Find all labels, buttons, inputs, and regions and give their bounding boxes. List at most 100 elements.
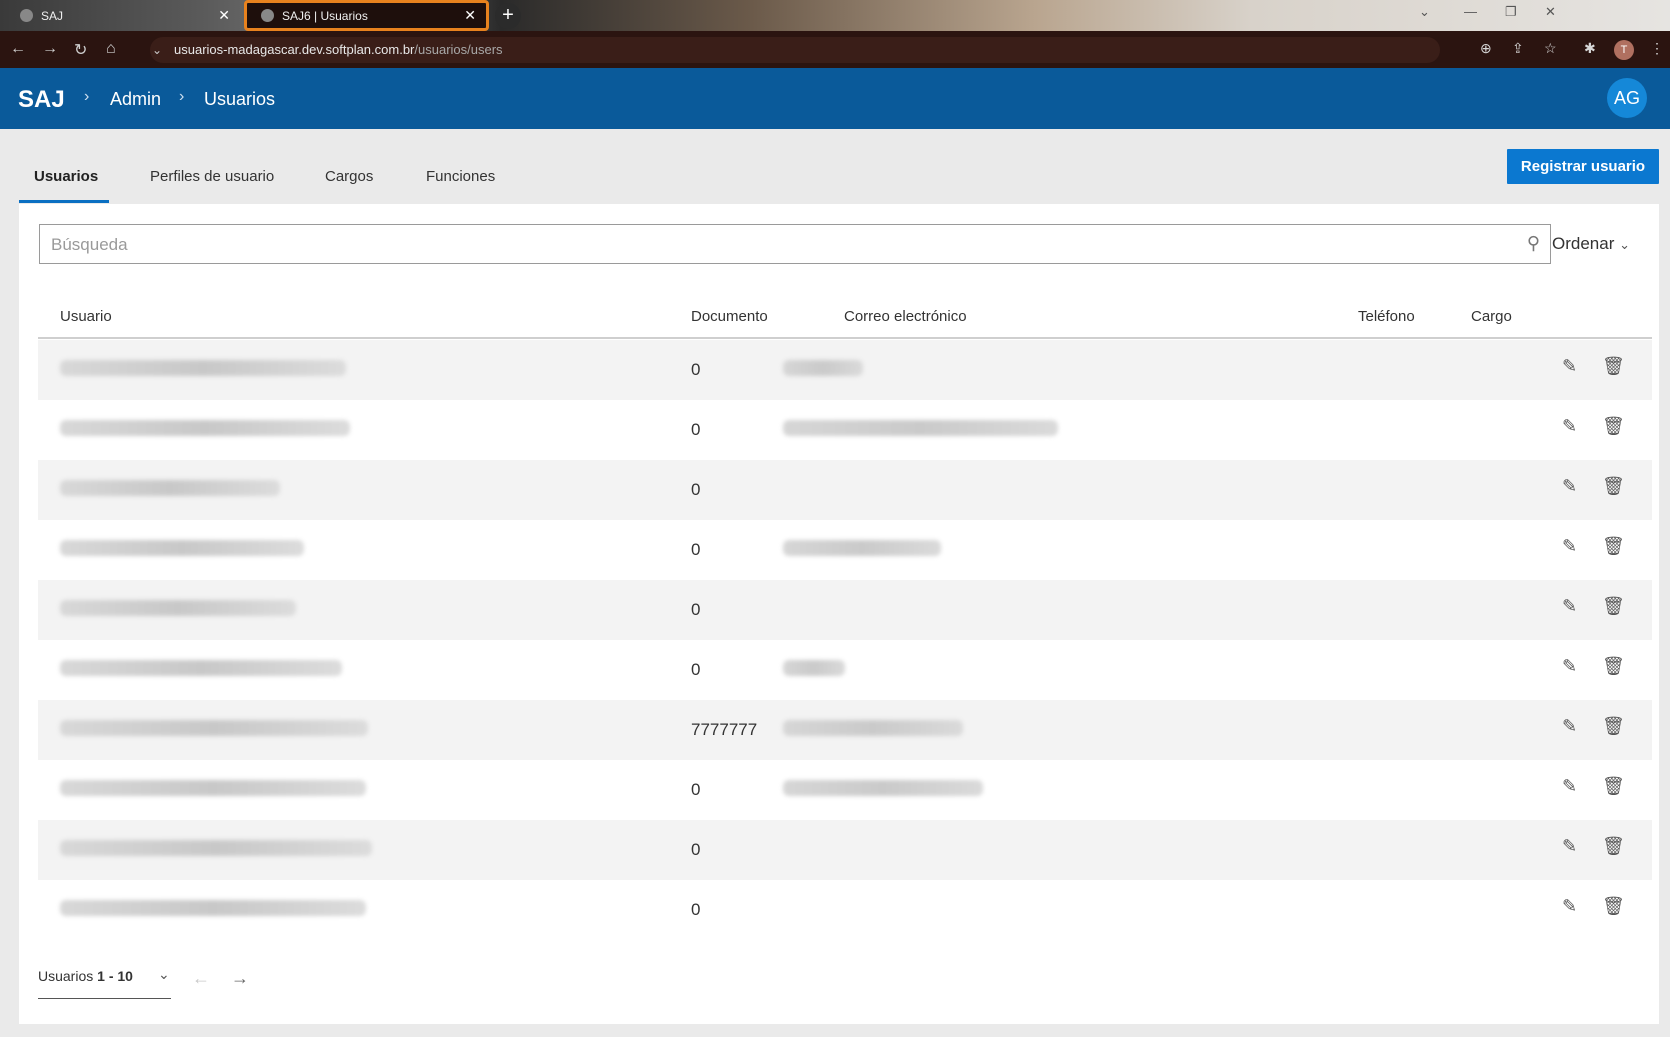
redacted-email	[783, 420, 1058, 436]
globe-icon	[261, 9, 274, 22]
share-icon[interactable]: ⇪	[1512, 40, 1524, 57]
trash-icon[interactable]: 🗑	[1602, 836, 1625, 857]
tab-search-icon[interactable]: ⌄	[1419, 4, 1430, 20]
app-logo[interactable]: SAJ	[18, 86, 65, 114]
trash-icon[interactable]: 🗑	[1602, 776, 1625, 797]
redacted-user-name	[60, 600, 296, 616]
page-size-selector[interactable]: Usuarios 1 - 10 ⌄	[38, 956, 171, 999]
table-row[interactable]: 0 ✎ 🗑	[38, 760, 1652, 820]
home-icon[interactable]: ⌂	[106, 40, 116, 58]
document-cell: 0	[691, 660, 701, 679]
pencil-icon[interactable]: ✎	[1562, 416, 1577, 437]
pencil-icon[interactable]: ✎	[1562, 836, 1577, 857]
browser-profile-avatar[interactable]: T	[1614, 40, 1634, 60]
pencil-icon[interactable]: ✎	[1562, 776, 1577, 797]
tab-cargos[interactable]: Cargos	[325, 168, 373, 185]
redacted-user-name	[60, 420, 350, 436]
new-tab-button[interactable]: +	[495, 3, 521, 29]
trash-icon[interactable]: 🗑	[1602, 656, 1625, 677]
trash-icon[interactable]: 🗑	[1602, 596, 1625, 617]
redacted-user-name	[60, 720, 368, 736]
redacted-user-name	[60, 540, 304, 556]
pencil-icon[interactable]: ✎	[1562, 356, 1577, 377]
trash-icon[interactable]: 🗑	[1602, 536, 1625, 557]
document-cell: 0	[691, 600, 701, 619]
trash-icon[interactable]: 🗑	[1602, 716, 1625, 737]
trash-icon[interactable]: 🗑	[1602, 356, 1625, 377]
forward-icon[interactable]: →	[42, 40, 58, 58]
trash-icon[interactable]: 🗑	[1602, 476, 1625, 497]
trash-icon[interactable]: 🗑	[1602, 416, 1625, 437]
pencil-icon[interactable]: ✎	[1562, 476, 1577, 497]
document-cell: 0	[691, 420, 701, 439]
browser-tab-saj6-usuarios[interactable]: SAJ6 | Usuarios ✕	[244, 0, 489, 31]
pager-label: Usuarios 1 - 10	[38, 968, 133, 984]
breadcrumb-admin[interactable]: Admin	[110, 89, 161, 110]
user-avatar[interactable]: AG	[1607, 78, 1647, 118]
table-row[interactable]: 0 ✎ 🗑	[38, 460, 1652, 520]
redacted-user-name	[60, 780, 366, 796]
redacted-email	[783, 720, 963, 736]
minimize-icon[interactable]: —	[1464, 4, 1477, 19]
document-cell: 0	[691, 360, 701, 379]
redacted-email	[783, 780, 983, 796]
table-row[interactable]: 0 ✎ 🗑	[38, 520, 1652, 580]
browser-tab-title: SAJ6 | Usuarios	[282, 8, 368, 23]
search-input[interactable]: Búsqueda ⚲	[39, 224, 1551, 264]
column-header-cargo[interactable]: Cargo	[1471, 308, 1512, 325]
address-bar[interactable]: ⌄ usuarios-madagascar.dev.softplan.com.b…	[150, 37, 1440, 63]
restore-icon[interactable]: ❐	[1505, 4, 1517, 20]
pencil-icon[interactable]: ✎	[1562, 596, 1577, 617]
tab-funciones[interactable]: Funciones	[426, 168, 495, 185]
table-row[interactable]: 7777777 ✎ 🗑	[38, 700, 1652, 760]
pencil-icon[interactable]: ✎	[1562, 536, 1577, 557]
chevron-right-icon: ›	[84, 88, 90, 105]
bookmark-star-icon[interactable]: ☆	[1544, 40, 1557, 57]
redacted-user-name	[60, 900, 366, 916]
site-info-icon[interactable]: ⌄	[152, 37, 162, 63]
register-user-button[interactable]: Registrar usuario	[1507, 149, 1659, 184]
zoom-icon[interactable]: ⊕	[1480, 40, 1492, 57]
table-row[interactable]: 0 ✎ 🗑	[38, 880, 1652, 940]
menu-kebab-icon[interactable]: ⋮	[1650, 40, 1664, 57]
browser-tab-saj[interactable]: SAJ ✕	[10, 2, 240, 29]
breadcrumb-usuarios: Usuarios	[204, 89, 276, 109]
redacted-email	[783, 360, 863, 376]
sort-dropdown[interactable]: Ordenar ⌄	[1552, 234, 1630, 254]
trash-icon[interactable]: 🗑	[1602, 896, 1625, 917]
column-header-telefono[interactable]: Teléfono	[1358, 308, 1415, 325]
browser-toolbar: ← → ↻ ⌂ ⌄ usuarios-madagascar.dev.softpl…	[0, 31, 1670, 68]
sort-label: Ordenar	[1552, 234, 1615, 253]
table-row[interactable]: 0 ✎ 🗑	[38, 640, 1652, 700]
redacted-user-name	[60, 480, 280, 496]
document-cell: 0	[691, 480, 701, 499]
document-cell: 0	[691, 540, 701, 559]
pencil-icon[interactable]: ✎	[1562, 656, 1577, 677]
redacted-user-name	[60, 840, 372, 856]
next-page-icon[interactable]: →	[231, 968, 249, 989]
close-icon[interactable]: ✕	[218, 7, 230, 24]
back-icon[interactable]: ←	[10, 40, 26, 58]
chevron-down-icon: ⌄	[158, 966, 170, 982]
search-icon[interactable]: ⚲	[1527, 233, 1540, 254]
document-cell: 0	[691, 780, 701, 799]
column-header-documento[interactable]: Documento	[691, 308, 768, 325]
column-header-correo[interactable]: Correo electrónico	[844, 308, 967, 325]
column-header-usuario[interactable]: Usuario	[60, 308, 112, 325]
pencil-icon[interactable]: ✎	[1562, 896, 1577, 917]
tab-usuarios[interactable]: Usuarios	[34, 168, 98, 185]
pencil-icon[interactable]: ✎	[1562, 716, 1577, 737]
document-cell: 0	[691, 840, 701, 859]
chevron-right-icon: ›	[179, 88, 185, 105]
tab-perfiles-de-usuario[interactable]: Perfiles de usuario	[150, 168, 274, 185]
redacted-email	[783, 540, 941, 556]
reload-icon[interactable]: ↻	[74, 40, 87, 60]
table-row[interactable]: 0 ✎ 🗑	[38, 580, 1652, 640]
close-window-icon[interactable]: ✕	[1545, 4, 1556, 20]
table-row[interactable]: 0 ✎ 🗑	[38, 340, 1652, 400]
table-row[interactable]: 0 ✎ 🗑	[38, 820, 1652, 880]
table-row[interactable]: 0 ✎ 🗑	[38, 400, 1652, 460]
previous-page-icon[interactable]: ←	[192, 968, 210, 989]
close-icon[interactable]: ✕	[464, 7, 476, 24]
extensions-icon[interactable]: ✱	[1584, 40, 1596, 57]
